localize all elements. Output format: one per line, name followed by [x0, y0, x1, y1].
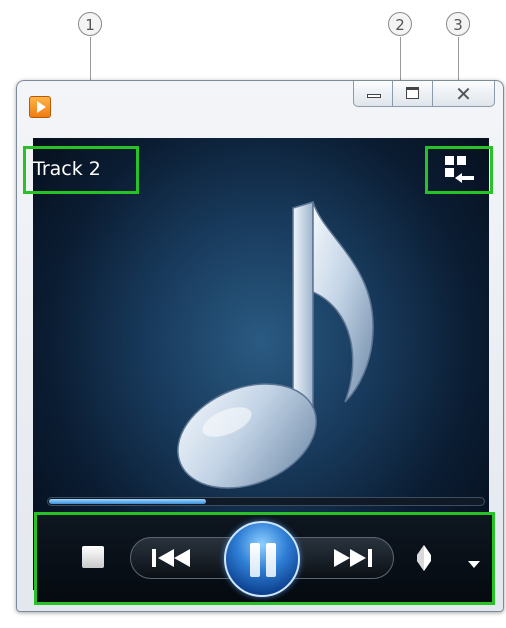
seek-bar[interactable]	[47, 497, 485, 506]
maximize-button[interactable]	[393, 81, 433, 107]
next-button[interactable]	[306, 537, 396, 579]
annotated-screenshot: 1 2 3 ✕ Track 2	[0, 0, 506, 628]
track-title: Track 2	[33, 158, 101, 180]
next-track-icon	[334, 549, 372, 567]
previous-button[interactable]	[134, 537, 224, 579]
minimize-button[interactable]	[353, 81, 393, 107]
more-options-button[interactable]	[467, 554, 481, 568]
mute-button[interactable]	[414, 541, 434, 575]
music-note-icon	[177, 200, 374, 489]
stop-button[interactable]	[82, 546, 104, 568]
callout-1: 1	[78, 12, 102, 36]
previous-track-icon	[152, 549, 190, 567]
seek-progress	[49, 499, 206, 504]
media-player-icon	[29, 96, 51, 118]
close-button[interactable]: ✕	[433, 81, 495, 107]
switch-to-library-icon	[445, 156, 474, 183]
volume-icon	[417, 545, 431, 571]
callout-2: 2	[388, 12, 412, 36]
switch-to-library-button[interactable]	[425, 146, 493, 194]
caption-buttons: ✕	[353, 81, 495, 107]
play-pause-button[interactable]	[224, 521, 300, 597]
chevron-down-icon	[468, 561, 480, 568]
close-icon: ✕	[455, 82, 472, 106]
callout-3: 3	[446, 12, 470, 36]
